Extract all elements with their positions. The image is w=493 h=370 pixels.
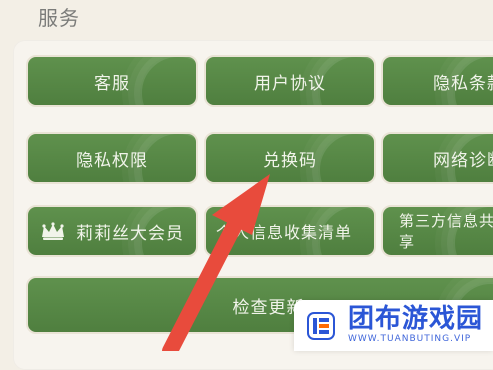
personal-info-list-label: 个人信息收集清单 (216, 223, 353, 242)
customer-service-label: 客服 (94, 73, 130, 94)
lilith-membership-button[interactable]: 莉莉丝大会员 (26, 205, 198, 257)
third-party-sharing-button[interactable]: 第三方信息共享 (381, 205, 493, 257)
user-agreement-label: 用户协议 (254, 73, 326, 94)
third-party-sharing-label: 第三方信息共享 (399, 212, 493, 251)
network-diagnosis-button[interactable]: 网络诊断 (381, 132, 493, 184)
privacy-terms-label: 隐私条款 (433, 73, 493, 94)
personal-info-list-button[interactable]: 个人信息收集清单 (204, 205, 376, 257)
watermark-en: WWW.TUANBUTING.VIP (348, 334, 472, 345)
redeem-code-button[interactable]: 兑换码 (204, 132, 376, 184)
redeem-code-label: 兑换码 (263, 150, 317, 171)
privacy-terms-button[interactable]: 隐私条款 (381, 55, 493, 107)
section-title: 服务 (38, 6, 80, 30)
privacy-permissions-label: 隐私权限 (76, 150, 148, 171)
watermark-cn: 团布游戏园 (348, 304, 484, 335)
watermark-logo-icon (304, 308, 338, 343)
crown-icon (42, 222, 64, 240)
network-diagnosis-label: 网络诊断 (433, 150, 493, 171)
watermark-badge: 团布游戏园 WWW.TUANBUTING.VIP (294, 300, 493, 351)
privacy-permissions-button[interactable]: 隐私权限 (26, 132, 198, 184)
lilith-membership-label: 莉莉丝大会员 (76, 223, 184, 244)
customer-service-button[interactable]: 客服 (26, 55, 198, 107)
user-agreement-button[interactable]: 用户协议 (204, 55, 376, 107)
